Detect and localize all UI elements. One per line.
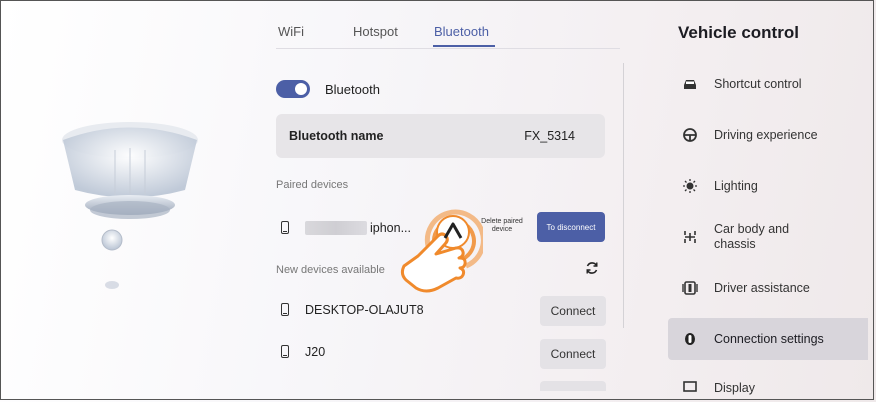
bluetooth-name-card[interactable]: Bluetooth name FX_5314	[276, 114, 605, 158]
bluetooth-toggle-label: Bluetooth	[325, 82, 380, 97]
blurred-device-name	[305, 221, 367, 235]
menu-item-lighting[interactable]: Lighting	[668, 167, 868, 205]
menu-item-shortcut-control[interactable]: Shortcut control	[668, 65, 868, 103]
settings-tabs: WiFi Hotspot Bluetooth	[276, 20, 620, 49]
chassis-icon	[684, 231, 696, 243]
vehicle-control-title: Vehicle control	[678, 23, 799, 42]
bluetooth-toggle[interactable]	[276, 80, 310, 98]
bluetooth-name-value: FX_5314	[524, 129, 575, 143]
menu-item-label: Car body and chassis	[714, 222, 790, 251]
menu-item-driving-experience[interactable]: Driving experience	[668, 116, 868, 154]
menu-item-car-body-chassis[interactable]: Car body and chassis	[668, 216, 868, 258]
paired-devices-header: Paired devices	[276, 179, 349, 191]
menu-item-label: Lighting	[714, 179, 758, 193]
delete-paired-device-label[interactable]: Delete paired device	[481, 218, 523, 234]
phone-icon	[281, 345, 289, 358]
connection-icon	[685, 333, 695, 345]
display-icon	[683, 381, 697, 392]
vehicle-light-illustration	[62, 122, 198, 289]
toggle-knob	[295, 83, 307, 95]
menu-item-label: Shortcut control	[714, 77, 802, 91]
menu-item-label: Display	[714, 381, 755, 395]
steering-wheel-icon	[683, 128, 697, 142]
available-device-name[interactable]: J20	[305, 345, 325, 359]
phone-icon	[281, 221, 289, 234]
menu-item-label: Driving experience	[714, 128, 818, 142]
disconnect-button[interactable]: To disconnect	[537, 212, 605, 242]
refresh-icon[interactable]	[585, 261, 599, 275]
menu-item-label: Connection settings	[714, 332, 824, 346]
light-icon	[683, 179, 697, 193]
menu-item-driver-assistance[interactable]: Driver assistance	[668, 269, 868, 307]
connect-button[interactable]: Connect	[540, 339, 606, 369]
tab-hotspot[interactable]: Hotspot	[353, 24, 398, 39]
menu-item-connection-settings[interactable]: Connection settings	[668, 318, 868, 360]
tab-bluetooth[interactable]: Bluetooth	[434, 24, 489, 39]
new-devices-header: New devices available	[276, 264, 385, 276]
menu-item-label: Driver assistance	[714, 281, 810, 295]
tap-gesture-hand-icon	[400, 209, 483, 293]
phone-icon	[281, 303, 289, 316]
car-icon	[684, 80, 696, 89]
next-connect-button-partial[interactable]	[540, 381, 606, 391]
panel-divider	[623, 63, 624, 328]
active-tab-indicator	[433, 45, 495, 47]
available-device-name[interactable]: DESKTOP-OLAJUT8	[305, 303, 424, 317]
tab-wifi[interactable]: WiFi	[278, 24, 304, 39]
driver-assist-icon	[682, 281, 698, 295]
delete-paired-device-icon[interactable]	[441, 220, 465, 240]
connect-button[interactable]: Connect	[540, 296, 606, 326]
bluetooth-name-label: Bluetooth name	[289, 129, 384, 143]
menu-item-display[interactable]: Display	[668, 372, 868, 400]
